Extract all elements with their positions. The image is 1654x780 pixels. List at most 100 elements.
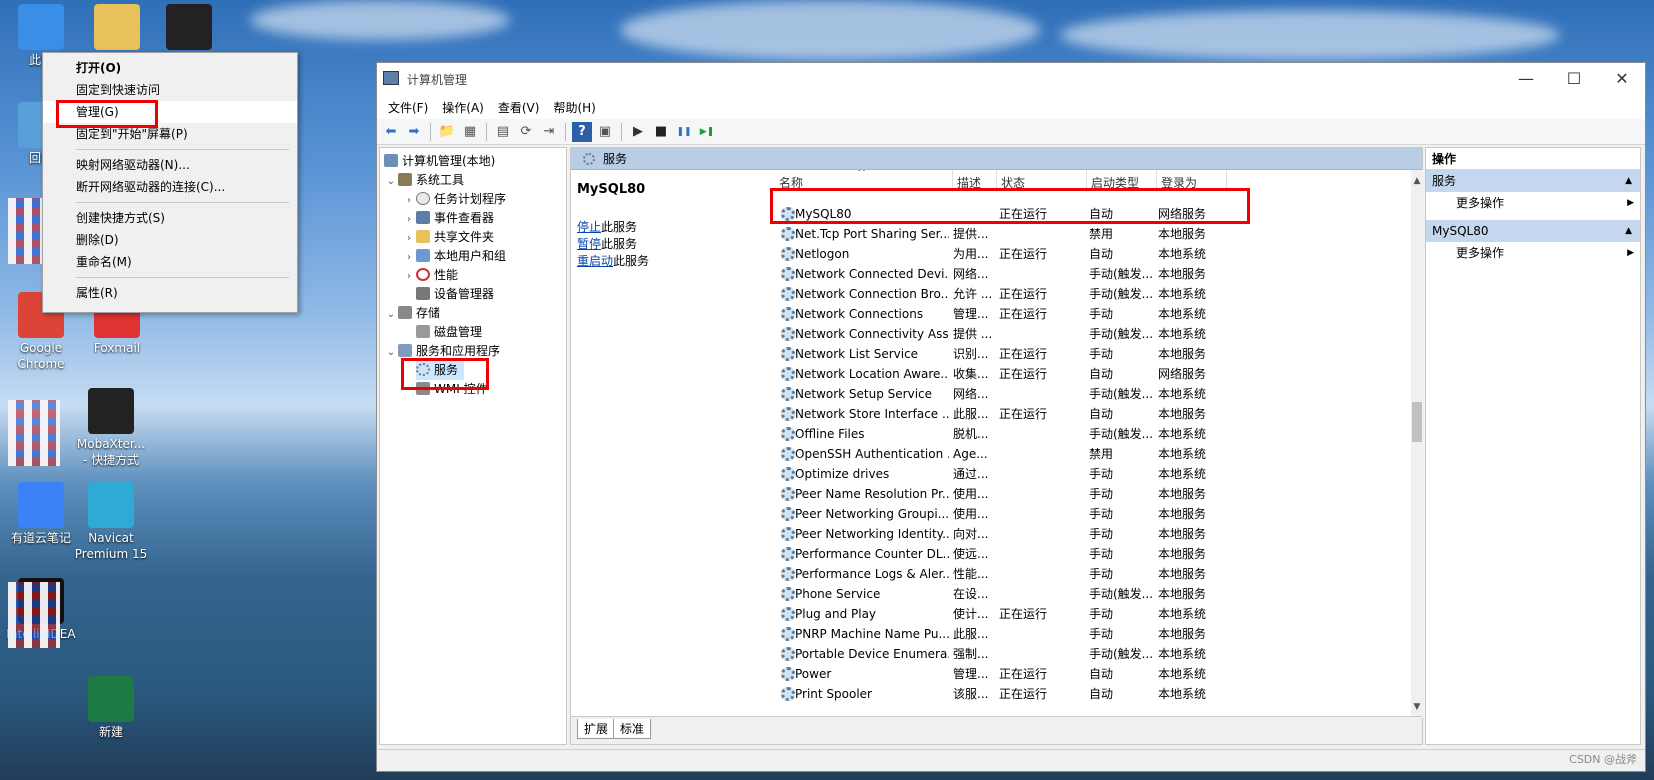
tree-system-tools[interactable]: ⌄ 系统工具 (384, 171, 464, 190)
view-tab[interactable]: 扩展 (577, 719, 616, 739)
actions-group-services[interactable]: 服务 ▲ (1426, 170, 1640, 192)
service-row[interactable]: Net.Tcp Port Sharing Ser... 提供... 禁用 本地服务 (771, 224, 1411, 244)
tree-services-apps[interactable]: ⌄ 服务和应用程序 (384, 342, 500, 361)
desktop-icon[interactable]: Navicat Premium 15 (74, 482, 148, 562)
more-actions-services[interactable]: 更多操作 ▶ (1426, 192, 1640, 214)
service-row[interactable]: Print Spooler 该服... 正在运行 自动 本地系统 (771, 684, 1411, 704)
context-menu-item[interactable]: 管理(G) (43, 101, 297, 123)
tree-local-users[interactable]: › 本地用户和组 (402, 247, 506, 266)
menu-item[interactable]: 文件(F) (381, 99, 435, 116)
context-menu-item[interactable]: 重命名(M) (43, 251, 297, 273)
scroll-down-icon[interactable]: ▼ (1411, 702, 1423, 712)
menu-item[interactable]: 查看(V) (491, 99, 547, 116)
scrollbar-thumb[interactable] (1412, 402, 1422, 442)
service-row[interactable]: Netlogon 为用... 正在运行 自动 本地系统 (771, 244, 1411, 264)
service-action-link[interactable]: 重启动 (577, 254, 613, 268)
service-row[interactable]: Phone Service 在设... 手动(触发... 本地服务 (771, 584, 1411, 604)
chevron-right-icon[interactable]: › (402, 229, 416, 248)
service-row[interactable]: Optimize drives 通过... 手动 本地系统 (771, 464, 1411, 484)
desktop-icon[interactable]: 有道云笔记 (4, 482, 78, 546)
context-menu-item[interactable]: 打开(O) (43, 57, 297, 79)
service-row[interactable]: Performance Counter DL... 使远... 手动 本地服务 (771, 544, 1411, 564)
chevron-down-icon[interactable]: ⌄ (384, 343, 398, 362)
pause-icon[interactable]: ❚❚ (674, 122, 694, 142)
actions-group-mysql80[interactable]: MySQL80 ▲ (1426, 220, 1640, 242)
column-header[interactable]: 登录为 (1157, 170, 1227, 192)
tree-root[interactable]: 计算机管理(本地) (384, 152, 495, 171)
tree-storage[interactable]: ⌄ 存储 (384, 304, 440, 323)
desktop-icon[interactable]: MobaXter... - 快捷方式 (74, 388, 148, 468)
context-menu-item[interactable]: 删除(D) (43, 229, 297, 251)
collapse-icon[interactable]: ▲ (1625, 170, 1632, 192)
service-row[interactable]: Peer Networking Groupi... 使用... 手动 本地服务 (771, 504, 1411, 524)
service-row[interactable]: Offline Files 脱机... 手动(触发... 本地系统 (771, 424, 1411, 444)
properties-icon[interactable]: ▤ (493, 122, 513, 142)
tree-wmi[interactable]: WMI 控件 (416, 380, 488, 399)
help-icon[interactable]: ? (572, 121, 592, 142)
tree-shared-folders[interactable]: › 共享文件夹 (402, 228, 494, 247)
forward-icon[interactable]: ➡ (404, 122, 424, 142)
chevron-right-icon[interactable]: › (402, 210, 416, 229)
scroll-up-icon[interactable]: ▲ (1411, 176, 1423, 186)
up-folder-icon[interactable]: 📁 (437, 122, 457, 142)
chevron-down-icon[interactable]: ⌄ (384, 305, 398, 324)
column-header[interactable]: 状态 (997, 170, 1087, 192)
context-menu-item[interactable]: 映射网络驱动器(N)... (43, 154, 297, 176)
service-action-link[interactable]: 停止 (577, 220, 601, 234)
collapse-icon[interactable]: ▲ (1625, 220, 1632, 242)
context-menu-item[interactable]: 创建快捷方式(S) (43, 207, 297, 229)
service-row[interactable]: Power 管理... 正在运行 自动 本地系统 (771, 664, 1411, 684)
context-menu-item[interactable]: 固定到快速访问 (43, 79, 297, 101)
service-row[interactable]: OpenSSH Authentication ... Age... 禁用 本地系统 (771, 444, 1411, 464)
service-row[interactable]: Network Store Interface ... 此服... 正在运行 自动 本地… (771, 404, 1411, 424)
service-row[interactable]: PNRP Machine Name Pu... 此服... 手动 本地服务 (771, 624, 1411, 644)
context-menu-item[interactable]: 属性(R) (43, 282, 297, 304)
tree-task-scheduler[interactable]: › 任务计划程序 (402, 190, 506, 209)
menu-item[interactable]: 操作(A) (435, 99, 491, 116)
export-icon[interactable]: ⇥ (539, 122, 559, 142)
tree-event-viewer[interactable]: › 事件查看器 (402, 209, 494, 228)
chevron-right-icon[interactable]: › (402, 248, 416, 267)
service-row[interactable]: Network Connectivity Ass... 提供 ... 手动(触发..… (771, 324, 1411, 344)
column-header[interactable]: 启动类型 (1087, 170, 1157, 192)
show-tree-icon[interactable]: ▦ (460, 122, 480, 142)
vertical-scrollbar[interactable]: ▲ ▼ (1411, 170, 1423, 718)
close-button[interactable]: ✕ (1599, 63, 1645, 95)
service-row[interactable]: Network Connected Devi... 网络... 手动(触发... 本地… (771, 264, 1411, 284)
service-action-link[interactable]: 暂停 (577, 237, 601, 251)
service-row[interactable]: Plug and Play 使计... 正在运行 手动 本地系统 (771, 604, 1411, 624)
service-row[interactable]: Network Setup Service 网络... 手动(触发... 本地系统 (771, 384, 1411, 404)
tree-disk-management[interactable]: 磁盘管理 (416, 323, 482, 342)
context-menu-item[interactable]: 固定到"开始"屏幕(P) (43, 123, 297, 145)
chevron-right-icon[interactable]: › (402, 191, 416, 210)
service-row[interactable]: Peer Name Resolution Pr... 使用... 手动 本地服务 (771, 484, 1411, 504)
refresh-icon[interactable]: ⟳ (516, 122, 536, 142)
tree-services[interactable]: 服务 (416, 361, 465, 380)
stop-icon[interactable]: ■ (651, 122, 671, 142)
more-actions-mysql80[interactable]: 更多操作 ▶ (1426, 242, 1640, 264)
service-row[interactable]: Network List Service 识别... 正在运行 手动 本地服务 (771, 344, 1411, 364)
service-row[interactable]: Peer Networking Identity... 向对... 手动 本地服务 (771, 524, 1411, 544)
chevron-down-icon[interactable]: ⌄ (384, 172, 398, 191)
view-icon[interactable]: ▣ (595, 122, 615, 142)
service-row[interactable]: MySQL80 正在运行 自动 网络服务 (771, 204, 1411, 224)
restart-icon[interactable]: ▶❚ (697, 122, 717, 142)
desktop-icon[interactable] (152, 4, 226, 52)
back-icon[interactable]: ⬅ (381, 122, 401, 142)
view-tab[interactable]: 标准 (613, 719, 652, 739)
minimize-button[interactable]: — (1503, 63, 1549, 95)
column-header[interactable]: 描述 (953, 170, 997, 192)
tree-performance[interactable]: › 性能 (402, 266, 458, 285)
service-row[interactable]: Network Connections 管理... 正在运行 手动 本地系统 (771, 304, 1411, 324)
service-row[interactable]: Network Location Aware... 收集... 正在运行 自动 网络服务 (771, 364, 1411, 384)
menu-item[interactable]: 帮助(H) (546, 99, 602, 116)
chevron-right-icon[interactable]: › (402, 267, 416, 286)
desktop-icon[interactable] (80, 4, 154, 52)
play-icon[interactable]: ▶ (628, 122, 648, 142)
desktop-icon[interactable]: 新建 (74, 676, 148, 740)
service-row[interactable]: Portable Device Enumera... 强制... 手动(触发... 本… (771, 644, 1411, 664)
service-row[interactable]: Performance Logs & Aler... 性能... 手动 本地服务 (771, 564, 1411, 584)
maximize-button[interactable]: ☐ (1551, 63, 1597, 95)
service-row[interactable]: Network Connection Bro... 允许 ... 正在运行 手动(触发… (771, 284, 1411, 304)
tree-device-manager[interactable]: 设备管理器 (416, 285, 494, 304)
